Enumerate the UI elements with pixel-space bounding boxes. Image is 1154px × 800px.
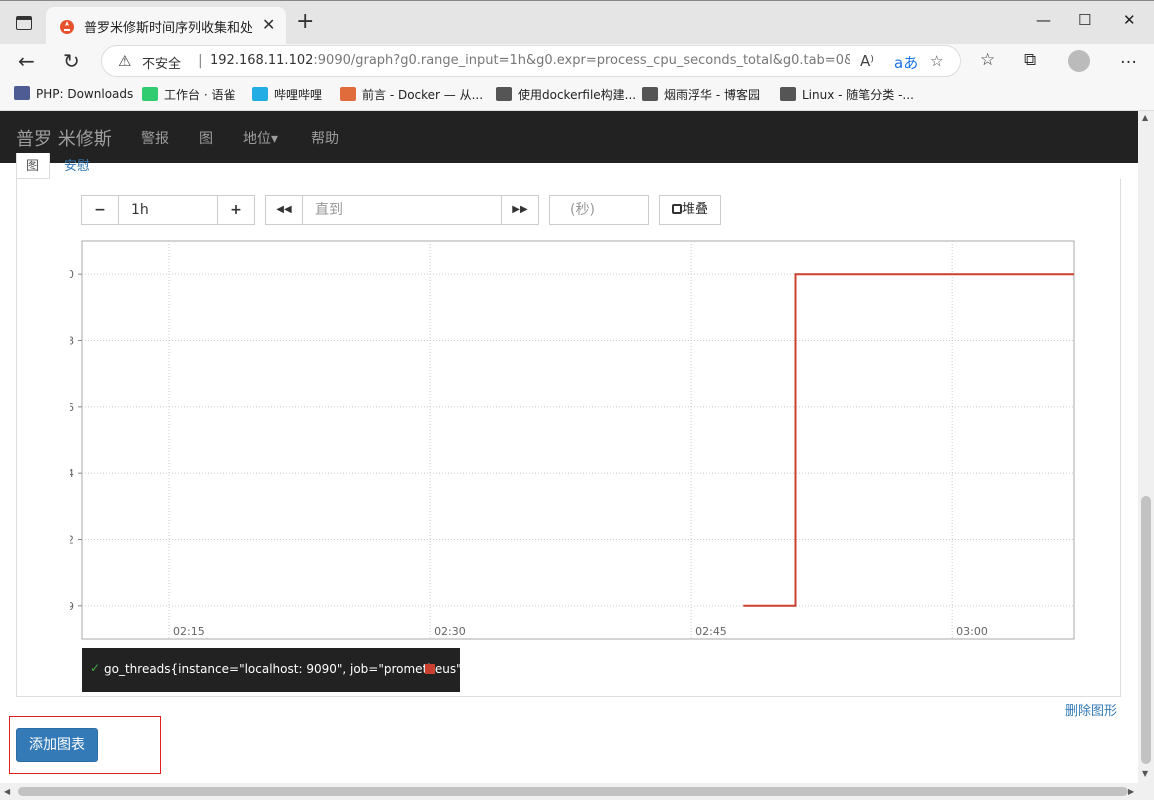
security-label[interactable]: 不安全	[142, 53, 181, 72]
address-bar-row: ← ↻ ⚠ 不安全 | 192.168.11.102:9090/graph?g0…	[0, 44, 1154, 78]
chart-y-axis: 9 9.2 9.4 9.6 9.8 10	[70, 268, 82, 613]
prometheus-navbar: 普罗 米修斯 警报 图 地位▾ 帮助	[0, 111, 1138, 163]
y-tick-label: 9	[70, 600, 74, 613]
profile-avatar[interactable]	[1068, 50, 1090, 72]
horizontal-scroll-thumb[interactable]	[18, 787, 1128, 796]
tab-actions-icon[interactable]	[16, 16, 32, 30]
bookmark-label: 工作台 · 语雀	[164, 88, 236, 102]
collections-icon[interactable]: ⧉	[1024, 50, 1036, 70]
horizontal-scrollbar[interactable]: ◀ ▶	[0, 783, 1154, 800]
new-tab-button[interactable]: +	[296, 11, 314, 33]
nav-alerts[interactable]: 警报	[141, 128, 169, 148]
y-tick-label: 9.8	[70, 335, 74, 348]
cnblogs-icon	[780, 87, 796, 101]
minimize-button[interactable]: —	[1036, 11, 1051, 29]
address-separator: |	[198, 53, 203, 69]
bookmark-item[interactable]: 使用dockerfile构建...	[496, 86, 636, 103]
scroll-right-arrow-icon[interactable]: ▶	[1128, 787, 1134, 796]
url-path: :9090/graph?g0.range_input=1h&g0.expr=pr…	[313, 53, 850, 68]
cnblogs-icon	[642, 87, 658, 101]
title-bar: 普罗米修斯时间序列收集和处理服务器 ✕ + — ☐ ✕	[0, 0, 1154, 45]
tab-console[interactable]: 安慰	[64, 155, 90, 174]
bookmark-label: 前言 - Docker — 从...	[362, 88, 484, 102]
nav-help[interactable]: 帮助	[311, 128, 339, 148]
plot-area	[81, 240, 1075, 640]
read-aloud-icon[interactable]: A⁾	[860, 52, 874, 70]
browser-tab-active[interactable]: 普罗米修斯时间序列收集和处理服务器 ✕	[46, 7, 286, 45]
y-tick-label: 10	[70, 268, 74, 281]
chart-grid	[81, 240, 1075, 640]
bookmark-item[interactable]: PHP: Downloads	[14, 86, 133, 101]
url-text[interactable]: 192.168.11.102:9090/graph?g0.range_input…	[210, 53, 850, 68]
bookmark-item[interactable]: 工作台 · 语雀	[142, 86, 235, 103]
address-bar[interactable]: ⚠ 不安全 | 192.168.11.102:9090/graph?g0.ran…	[101, 45, 961, 77]
x-tick-label: 02:30	[434, 625, 466, 638]
scroll-left-arrow-icon[interactable]: ◀	[4, 787, 10, 796]
brand-logo[interactable]: 普罗 米修斯	[16, 125, 112, 151]
url-host: 192.168.11.102	[210, 53, 314, 68]
prometheus-favicon-icon	[60, 20, 74, 34]
bookmark-label: 使用dockerfile构建...	[518, 88, 637, 102]
increase-range-button[interactable]: +	[217, 195, 255, 225]
y-tick-label: 9.4	[70, 467, 74, 480]
favorites-icon[interactable]: ☆	[980, 50, 995, 70]
page-content: 普罗 米修斯 警报 图 地位▾ 帮助 图 安慰 − 1h + ◀◀ 直到 ▶▶ …	[0, 111, 1138, 783]
stacked-checkbox-icon	[672, 204, 682, 214]
tab-graph[interactable]: 图	[16, 153, 50, 179]
cnblogs-icon	[496, 87, 512, 101]
remove-graph-link[interactable]: 删除图形	[1065, 700, 1117, 719]
bookmarks-bar: PHP: Downloads 工作台 · 语雀 哔哩哔哩 前言 - Docker…	[0, 78, 1154, 111]
legend-label: go_threads{instance="localhost: 9090", j…	[104, 662, 470, 676]
stacked-toggle-button[interactable]: 堆叠	[659, 195, 721, 225]
scroll-up-arrow-icon[interactable]: ▲	[1142, 113, 1148, 122]
range-input[interactable]: 1h	[118, 195, 218, 225]
tab-title: 普罗米修斯时间序列收集和处理服务器	[84, 21, 252, 36]
bookmark-item[interactable]: Linux - 随笔分类 -...	[780, 86, 914, 103]
end-time-input[interactable]: 直到	[302, 195, 502, 225]
translate-icon[interactable]: aあ	[894, 52, 918, 73]
bookmark-item[interactable]: 烟雨浮华 - 博客园	[642, 86, 760, 103]
maximize-button[interactable]: ☐	[1078, 11, 1091, 29]
rocket-icon	[340, 87, 356, 101]
resolution-input[interactable]: (秒)	[549, 195, 649, 225]
close-tab-icon[interactable]: ✕	[262, 15, 275, 34]
x-tick-label: 02:45	[695, 625, 727, 638]
refresh-icon[interactable]: ↻	[63, 49, 80, 73]
step-back-button[interactable]: ◀◀	[265, 195, 303, 225]
time-series-chart: 9 9.2 9.4 9.6 9.8 10 02:15 02:30 02:45 03:00	[70, 240, 1075, 640]
back-arrow-icon[interactable]: ←	[18, 49, 35, 73]
bookmark-label: PHP: Downloads	[36, 87, 134, 101]
y-tick-label: 9.6	[70, 401, 74, 414]
bookmark-label: 烟雨浮华 - 博客园	[664, 88, 760, 102]
stacked-label: 堆叠	[682, 202, 709, 217]
close-window-button[interactable]: ✕	[1123, 11, 1136, 29]
nav-status-dropdown[interactable]: 地位▾	[243, 128, 278, 148]
more-menu-icon[interactable]: …	[1120, 48, 1137, 68]
x-tick-label: 03:00	[956, 625, 988, 638]
scroll-down-arrow-icon[interactable]: ▼	[1142, 769, 1148, 778]
bookmark-item[interactable]: 哔哩哔哩	[252, 86, 322, 103]
nav-graph[interactable]: 图	[199, 128, 213, 148]
decrease-range-button[interactable]: −	[81, 195, 119, 225]
add-favorite-icon[interactable]: ☆	[930, 52, 943, 70]
yuque-icon	[142, 87, 158, 101]
legend-check-icon: ✓	[90, 661, 101, 675]
legend-color-swatch	[425, 664, 435, 674]
x-tick-label: 02:15	[173, 625, 205, 638]
chart-legend[interactable]: ✓ go_threads{instance="localhost: 9090",…	[82, 648, 469, 692]
step-forward-button[interactable]: ▶▶	[501, 195, 539, 225]
y-tick-label: 9.2	[70, 534, 74, 547]
php-icon	[14, 86, 30, 100]
bookmark-label: Linux - 随笔分类 -...	[802, 88, 914, 102]
bookmark-label: 哔哩哔哩	[274, 88, 323, 102]
vertical-scrollbar[interactable]: ▲ ▼	[1138, 111, 1154, 783]
bilibili-icon	[252, 87, 268, 101]
warning-icon[interactable]: ⚠	[118, 52, 131, 70]
highlight-annotation-box	[9, 716, 161, 774]
vertical-scroll-thumb[interactable]	[1141, 496, 1151, 764]
bookmark-item[interactable]: 前言 - Docker — 从...	[340, 86, 483, 103]
